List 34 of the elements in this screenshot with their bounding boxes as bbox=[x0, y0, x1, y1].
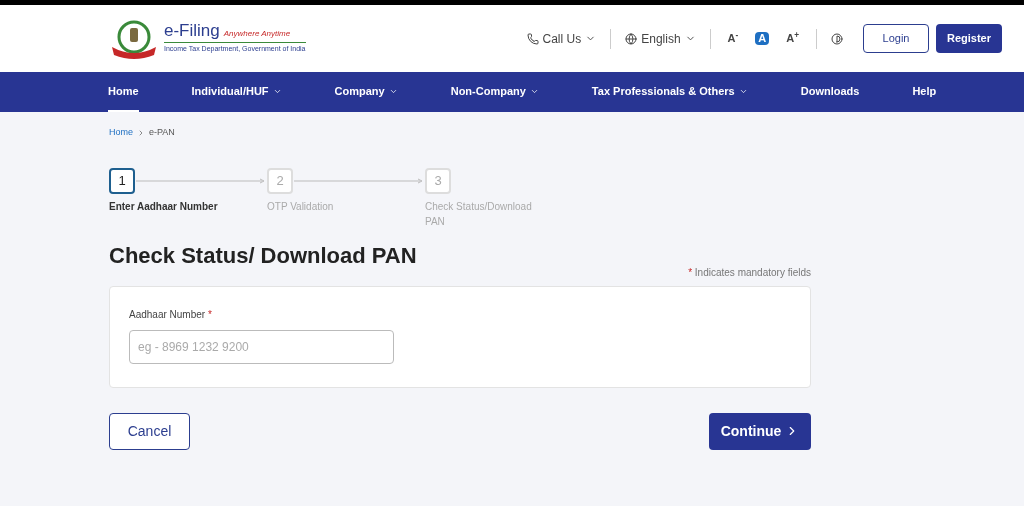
continue-button[interactable]: Continue bbox=[709, 412, 811, 450]
step-number: 3 bbox=[425, 167, 451, 194]
step-number: 1 bbox=[109, 167, 135, 194]
nav-item[interactable]: Tax Professionals & Others bbox=[591, 72, 748, 112]
page-title: Check Status/ Download PAN bbox=[109, 241, 417, 270]
field-label: Aadhaar Number * bbox=[129, 307, 213, 322]
step-label: Check Status/Download PAN bbox=[425, 199, 533, 229]
cancel-button[interactable]: Cancel bbox=[109, 412, 190, 450]
chevron-right-icon bbox=[137, 128, 145, 137]
phone-icon bbox=[526, 32, 539, 45]
globe-icon bbox=[625, 32, 638, 45]
language-dropdown[interactable]: English bbox=[625, 29, 696, 48]
nav-item[interactable]: Downloads bbox=[800, 72, 860, 112]
font-size-button[interactable]: A$^{+}$ bbox=[783, 32, 802, 45]
register-button[interactable]: Register bbox=[936, 24, 1002, 53]
aadhaar-input[interactable]: eg - 8969 1232 9200 bbox=[129, 329, 394, 364]
nav-item[interactable]: Help bbox=[912, 72, 937, 112]
nav-item[interactable]: Non-Company bbox=[450, 72, 539, 112]
font-size-button[interactable]: A$^{-}$ bbox=[724, 32, 742, 45]
logo-tagline: Anywhere Anytime bbox=[223, 28, 291, 41]
breadcrumb-link[interactable]: Home bbox=[109, 126, 133, 140]
nav-item[interactable]: Individual/HUF bbox=[191, 72, 282, 112]
login-button[interactable]: Login bbox=[863, 24, 929, 53]
mandatory-note: * Indicates mandatory fields bbox=[688, 265, 811, 280]
step-label: OTP Validation bbox=[267, 199, 335, 214]
nav-item[interactable]: Company bbox=[334, 72, 398, 112]
step-number: 2 bbox=[267, 167, 293, 194]
nav-item[interactable]: Home bbox=[108, 72, 139, 112]
logo-title: e-Filing bbox=[164, 22, 220, 40]
call-us-dropdown[interactable]: Call Us bbox=[526, 29, 597, 48]
font-size-button[interactable]: A bbox=[755, 32, 770, 45]
step-label: Enter Aadhaar Number bbox=[109, 199, 219, 214]
breadcrumb-current: e-PAN bbox=[149, 126, 175, 139]
contrast-icon[interactable] bbox=[831, 32, 843, 45]
